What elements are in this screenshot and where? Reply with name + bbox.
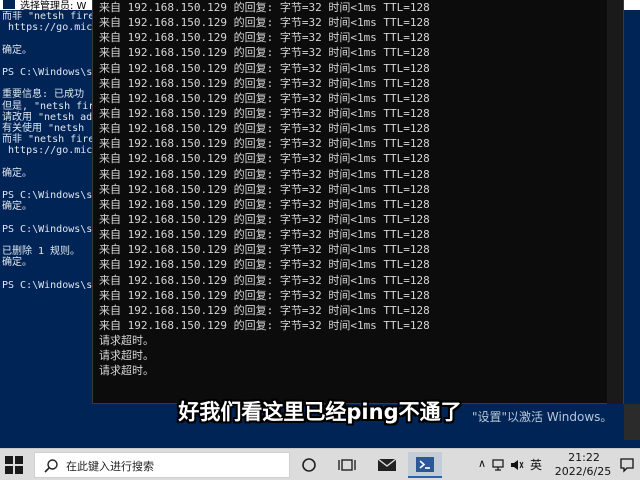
powershell-icon [3,0,15,9]
ps-line [2,33,94,44]
ps-line: 确定。 [2,201,32,213]
ping-reply-line: 来自 192.168.150.129 的回复: 字节=32 时间<1ms TTL… [99,273,430,287]
ps-line: 已删除 1 规则。 [2,245,81,257]
ping-reply-line: 来自 192.168.150.129 的回复: 字节=32 时间<1ms TTL… [99,137,430,151]
ps-line: 但是, "netsh fir [2,100,94,112]
ps-line: PS C:\Windows\sy [2,223,94,235]
ps-line [2,78,94,89]
ps-line: https://go.micr [2,145,94,157]
ping-reply-line: 来自 192.168.150.129 的回复: 字节=32 时间<1ms TTL… [99,258,430,272]
ping-reply-line: 来自 192.168.150.129 的回复: 字节=32 时间<1ms TTL… [99,106,430,120]
powershell-taskbar-button[interactable] [408,452,442,478]
ps-line: 请改用 "netsh ad [2,111,93,123]
ps-line [2,212,94,223]
ps-line: 确定。 [2,167,32,179]
powershell-output: 而非 "netsh fire https://go.micr 确定。 PS C:… [2,11,94,401]
ping-reply-line: 来自 192.168.150.129 的回复: 字节=32 时间<1ms TTL… [99,31,430,45]
windows-logo-icon [15,456,23,464]
ping-reply-line: 来自 192.168.150.129 的回复: 字节=32 时间<1ms TTL… [99,318,430,332]
windows-logo-icon [5,456,13,464]
ping-reply-line: 来自 192.168.150.129 的回复: 字节=32 时间<1ms TTL… [99,303,430,317]
ps-line [2,156,94,167]
ping-reply-line: 来自 192.168.150.129 的回复: 字节=32 时间<1ms TTL… [99,1,430,14]
windows-logo-icon [15,466,23,474]
ps-line: 有关使用 "netsh [2,122,91,134]
mail-icon [377,458,397,471]
ps-line: https://go.micr [2,22,94,34]
ps-line [2,56,94,67]
ping-reply-line: 来自 192.168.150.129 的回复: 字节=32 时间<1ms TTL… [99,212,430,226]
ping-timeout-line: 请求超时。 [99,349,154,363]
ping-reply-line: 来自 192.168.150.129 的回复: 字节=32 时间<1ms TTL… [99,243,430,257]
network-icon[interactable] [492,458,506,472]
ping-reply-line: 来自 192.168.150.129 的回复: 字节=32 时间<1ms TTL… [99,228,430,242]
ps-line: PS C:\Windows\sy [2,190,94,201]
notification-icon [620,458,634,473]
ps-line [2,235,94,246]
taskbar: 在此键入进行搜索 ∧ 英 21:22 2022/6/25 [0,448,640,480]
clock-time[interactable]: 21:22 [560,451,608,464]
ping-timeout-line: 请求超时。 [99,364,154,378]
search-placeholder: 在此键入进行搜索 [66,460,154,473]
powershell-icon [416,457,434,472]
ping-reply-line: 来自 192.168.150.129 的回复: 字节=32 时间<1ms TTL… [99,76,430,90]
ps-line: 确定。 [2,44,32,56]
taskbar-search-input[interactable]: 在此键入进行搜索 [34,452,290,478]
cmd-output: 来自 192.168.150.129 的回复: 字节=32 时间<1ms TTL… [99,0,599,379]
notification-button[interactable] [618,455,636,475]
ping-reply-line: 来自 192.168.150.129 的回复: 字节=32 时间<1ms TTL… [99,16,430,30]
ps-line: 重要信息: 已成功 [2,89,85,101]
ps-line: 而非 "netsh fire [2,11,94,22]
ps-line: 而非 "netsh fire [2,134,94,146]
chevron-up-icon[interactable]: ∧ [478,457,486,470]
ps-line: 确定。 [2,257,32,269]
volume-icon[interactable] [510,458,524,472]
ps-line: PS C:\Windows\sy [2,279,94,291]
task-view-icon [338,459,356,471]
ping-reply-line: 来自 192.168.150.129 的回复: 字节=32 时间<1ms TTL… [99,46,430,60]
start-button[interactable] [4,455,24,475]
windows-logo-icon [5,466,13,474]
clock-date[interactable]: 2022/6/25 [548,465,618,478]
ping-timeout-line: 请求超时。 [99,334,154,348]
ps-line [2,179,94,190]
mail-app-button[interactable] [370,452,404,478]
ping-reply-line: 来自 192.168.150.129 的回复: 字节=32 时间<1ms TTL… [99,288,430,302]
ping-reply-line: 来自 192.168.150.129 的回复: 字节=32 时间<1ms TTL… [99,152,430,166]
cmd-window[interactable]: 来自 192.168.150.129 的回复: 字节=32 时间<1ms TTL… [92,0,624,404]
video-subtitle: 好我们看这里已经ping不通了 [178,400,462,424]
ping-reply-line: 来自 192.168.150.129 的回复: 字节=32 时间<1ms TTL… [99,122,430,136]
ping-reply-line: 来自 192.168.150.129 的回复: 字节=32 时间<1ms TTL… [99,167,430,181]
ping-reply-line: 来自 192.168.150.129 的回复: 字节=32 时间<1ms TTL… [99,182,430,196]
ps-line: PS C:\Windows\sy [2,66,94,78]
cmd-scrollbar[interactable] [607,0,623,404]
input-method-indicator[interactable]: 英 [530,456,542,473]
ps-line [2,268,94,279]
cortana-circle-icon [302,458,316,472]
task-view-search-button[interactable] [292,452,326,478]
task-view-button[interactable] [330,452,364,478]
ping-reply-line: 来自 192.168.150.129 的回复: 字节=32 时间<1ms TTL… [99,91,430,105]
ping-reply-line: 来自 192.168.150.129 的回复: 字节=32 时间<1ms TTL… [99,197,430,211]
search-icon [44,459,58,473]
ping-reply-line: 来自 192.168.150.129 的回复: 字节=32 时间<1ms TTL… [99,61,430,75]
